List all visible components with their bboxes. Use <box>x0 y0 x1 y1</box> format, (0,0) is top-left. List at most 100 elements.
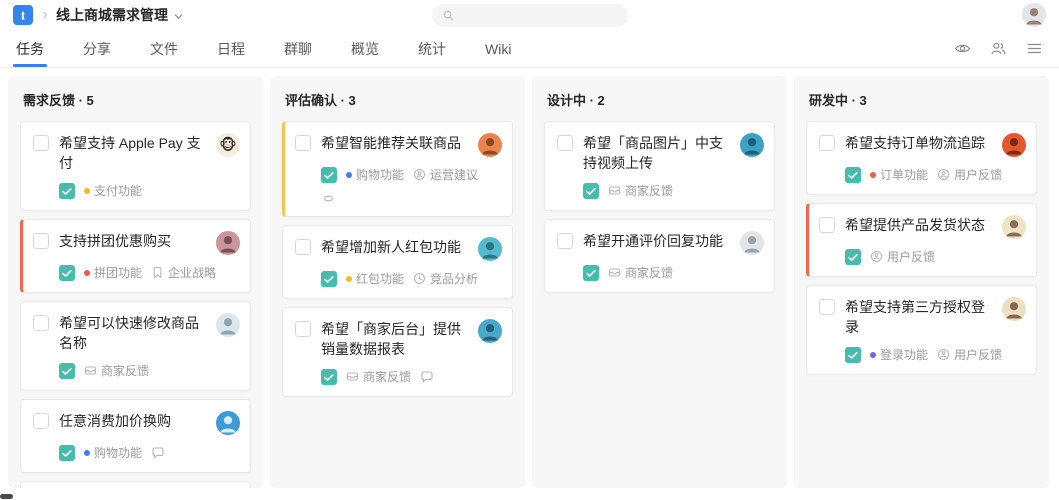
task-tag: 购物功能 <box>346 166 404 183</box>
task-tag: 用户反馈 <box>937 166 1002 183</box>
task-checkbox[interactable] <box>819 217 835 233</box>
column-header: 评估确认 · 3 <box>285 93 356 108</box>
tag-label: 竞品分析 <box>430 272 479 286</box>
task-card[interactable]: 希望增加新人红包功能红包功能 竞品分析 <box>282 225 513 299</box>
task-checkbox[interactable] <box>819 299 835 315</box>
tab-概览[interactable]: 概览 <box>351 30 379 67</box>
task-checkbox[interactable] <box>557 233 573 249</box>
assignee-avatar[interactable] <box>216 231 240 255</box>
tag-label: 企业战略 <box>168 266 217 280</box>
task-checkbox[interactable] <box>33 315 49 331</box>
task-card[interactable]: 希望提供产品发货状态 用户反馈 <box>806 203 1037 277</box>
bookmark-icon <box>151 266 164 279</box>
task-checkbox[interactable] <box>295 321 311 337</box>
tag-dot-icon <box>870 171 876 178</box>
task-tag: 商家反馈 <box>84 362 149 379</box>
tag-dot-icon <box>84 269 90 276</box>
tab-统计[interactable]: 统计 <box>418 30 446 67</box>
assignee-avatar[interactable] <box>478 319 502 343</box>
board-column: 需求反馈 · 5 希望支持 Apple Pay 支付 🐵 支付功能 支持拼团优惠购买 拼团… <box>8 76 263 488</box>
task-card[interactable]: 希望支持 Apple Pay 支付 🐵 支付功能 <box>20 121 251 211</box>
task-title: 希望「商家后台」提供销量数据报表 <box>321 321 461 357</box>
task-done-check-icon <box>59 182 75 199</box>
task-checkbox[interactable] <box>819 135 835 151</box>
tab-bar: 任务 分享 文件 日程 群聊 概览 统计 Wiki <box>0 30 1059 68</box>
task-card[interactable]: 希望支持订单物流追踪订单功能 用户反馈 <box>806 121 1037 195</box>
column-header: 研发中 · 3 <box>809 93 867 108</box>
tag-label: 拼团功能 <box>94 266 143 280</box>
task-tag: 订单功能 <box>870 166 928 183</box>
assignee-avatar[interactable] <box>740 133 764 157</box>
user-avatar[interactable] <box>1022 3 1046 27</box>
tab-分享[interactable]: 分享 <box>83 30 111 67</box>
assignee-avatar[interactable] <box>1002 133 1026 157</box>
comment-icon <box>151 446 165 460</box>
project-title[interactable]: 线上商城需求管理 <box>56 5 168 25</box>
assignee-avatar[interactable] <box>216 313 240 337</box>
task-card[interactable]: 任意消费加价换购 购物功能 <box>20 399 251 473</box>
assignee-avatar[interactable] <box>478 133 502 157</box>
task-done-check-icon <box>321 166 337 183</box>
inbox-icon <box>84 364 97 377</box>
tab-文件[interactable]: 文件 <box>150 30 178 67</box>
task-tag: 购物功能 <box>84 444 142 461</box>
task-checkbox[interactable] <box>295 239 311 255</box>
task-title: 希望提供产品发货状态 <box>845 217 985 233</box>
task-card[interactable]: 支持拼团优惠购买 拼团功能 企业战略 <box>20 219 251 293</box>
column-header: 需求反馈 · 5 <box>23 93 94 108</box>
task-card[interactable]: 希望「商家后台」提供销量数据报表商家反馈 <box>282 307 513 397</box>
search-input[interactable] <box>431 4 628 27</box>
task-tag: 竞品分析 <box>413 270 478 287</box>
task-done-check-icon <box>59 444 75 461</box>
task-card[interactable]: 希望「商品图片」中支持视频上传 商家反馈 <box>544 121 775 211</box>
task-card[interactable]: 希望智能推荐关联商品 购物功能 运营建议 <box>282 121 513 217</box>
inbox-icon <box>608 184 621 197</box>
tag-label: 红包功能 <box>356 272 405 286</box>
task-done-check-icon <box>59 362 75 379</box>
assignee-avatar[interactable]: 🐵 <box>216 133 240 157</box>
horizontal-scrollbar[interactable] <box>0 494 13 499</box>
tag-dot-icon <box>346 275 352 282</box>
tab-任务[interactable]: 任务 <box>13 30 47 67</box>
task-checkbox[interactable] <box>33 233 49 249</box>
tag-label: 订单功能 <box>880 168 929 182</box>
tag-dot-icon <box>870 351 876 358</box>
assignee-avatar[interactable] <box>1002 297 1026 321</box>
task-title: 希望增加新人红包功能 <box>321 239 461 255</box>
task-checkbox[interactable] <box>295 135 311 151</box>
breadcrumb-chevron-icon <box>40 10 50 20</box>
tab-群聊[interactable]: 群聊 <box>284 30 312 67</box>
tag-label: 运营建议 <box>430 168 479 182</box>
assignee-avatar[interactable] <box>1002 215 1026 239</box>
tag-label: 购物功能 <box>356 168 405 182</box>
task-checkbox[interactable] <box>33 135 49 151</box>
task-card[interactable]: 希望新增扫码登录功能🐵运营建议 <box>20 481 251 488</box>
tab-Wiki[interactable]: Wiki <box>485 30 511 67</box>
task-card[interactable]: 希望开通评价回复功能 商家反馈 <box>544 219 775 293</box>
eye-icon[interactable] <box>954 40 971 57</box>
assignee-avatar[interactable] <box>216 411 240 435</box>
app-logo[interactable]: t <box>13 5 33 25</box>
task-checkbox[interactable] <box>33 413 49 429</box>
assignee-avatar[interactable] <box>478 237 502 261</box>
menu-icon[interactable] <box>1026 40 1043 57</box>
tag-dot-icon <box>84 187 90 194</box>
top-bar: t 线上商城需求管理 <box>0 0 1059 30</box>
task-tag: 商家反馈 <box>608 182 673 199</box>
task-card[interactable]: 希望可以快速修改商品名称 商家反馈 <box>20 301 251 391</box>
members-icon[interactable] <box>990 40 1007 57</box>
tag-label: 商家反馈 <box>363 370 412 384</box>
task-card[interactable]: 希望支持第三方授权登录 登录功能 用户反馈 <box>806 285 1037 375</box>
tag-label: 商家反馈 <box>101 364 150 378</box>
tag-label: 用户反馈 <box>954 348 1003 362</box>
assignee-avatar[interactable] <box>740 231 764 255</box>
task-checkbox[interactable] <box>557 135 573 151</box>
inbox-icon <box>346 370 359 383</box>
task-title: 希望支持订单物流追踪 <box>845 135 985 151</box>
caret-down-icon[interactable] <box>173 11 184 22</box>
tab-日程[interactable]: 日程 <box>217 30 245 67</box>
comment-icon <box>420 370 434 384</box>
task-title: 希望开通评价回复功能 <box>583 233 723 249</box>
task-done-check-icon <box>845 248 861 265</box>
task-tag: 商家反馈 <box>346 368 411 385</box>
